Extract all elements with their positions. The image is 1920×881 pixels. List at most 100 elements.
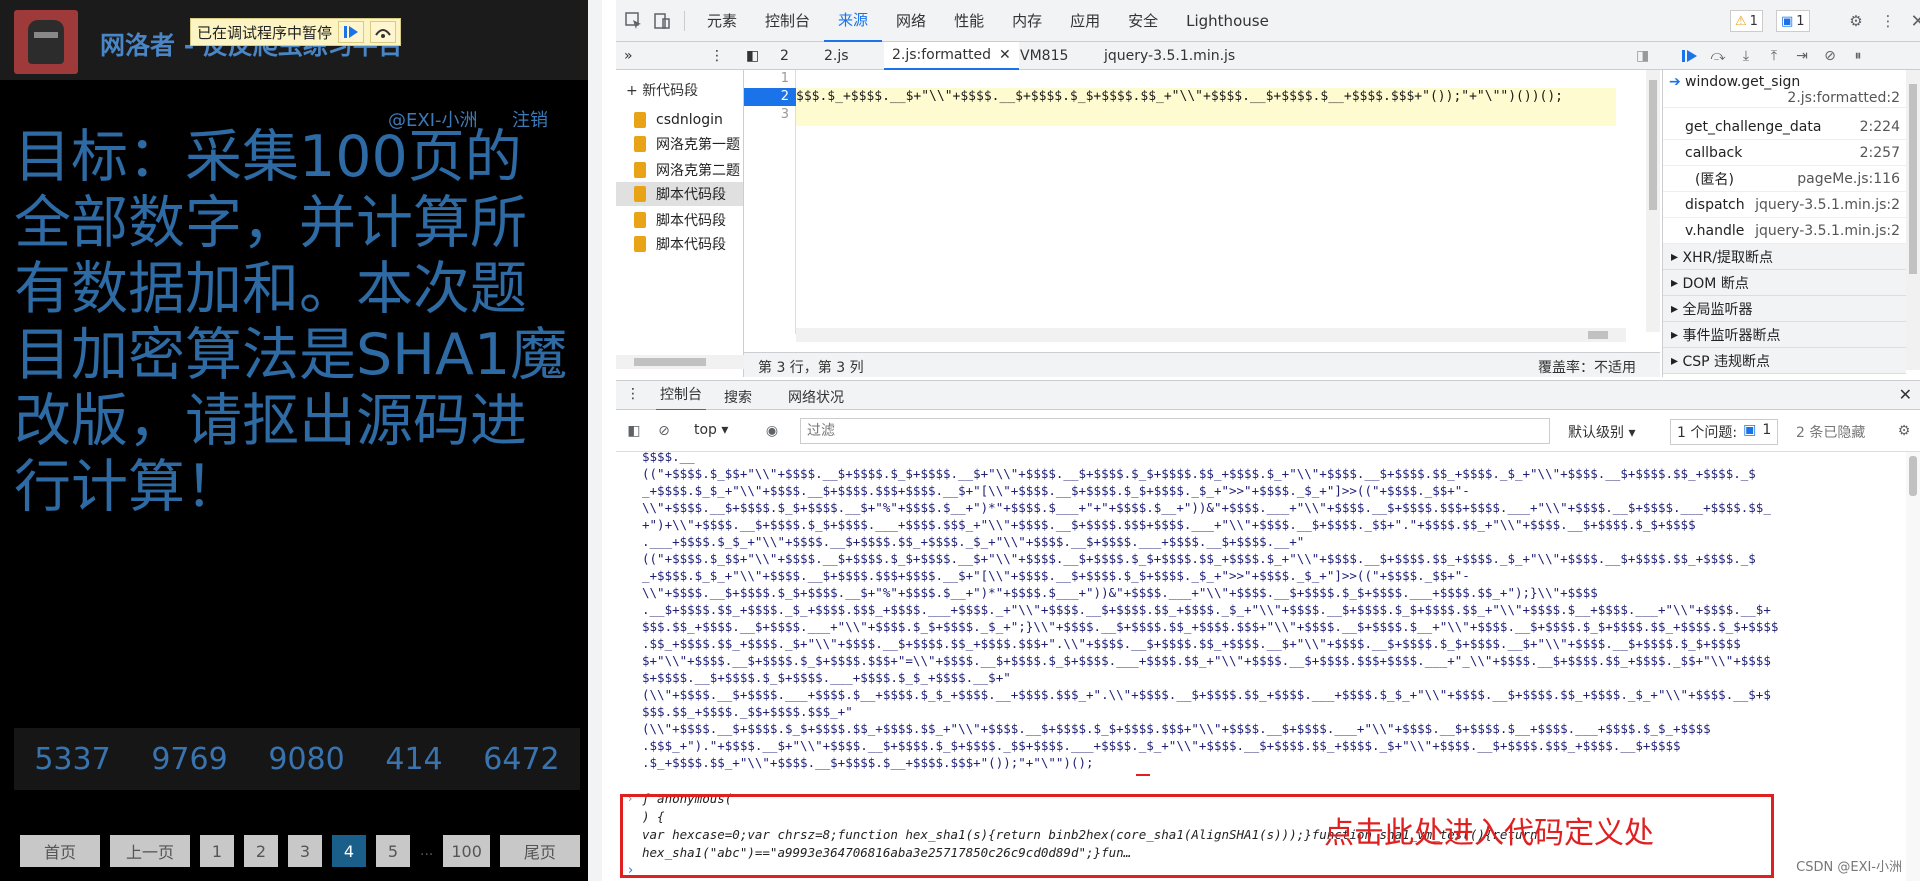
console-sidebar-icon[interactable]: ◧ xyxy=(620,417,648,445)
drawer-menu-icon[interactable]: ⋮ xyxy=(626,386,640,402)
code-line-3[interactable] xyxy=(796,106,1616,126)
page-2-button[interactable]: 2 xyxy=(244,835,278,867)
line-number[interactable]: 1 xyxy=(781,70,789,88)
resume-button[interactable] xyxy=(338,21,365,43)
issues-button[interactable]: 1 个问题: ▣ 1 xyxy=(1670,419,1779,445)
call-frame[interactable]: callback 2:257 xyxy=(1663,140,1906,166)
warnings-badge[interactable]: ⚠ 1 xyxy=(1730,10,1763,32)
section-event-listener-breakpoints[interactable]: ▸ 事件监听器断点 xyxy=(1663,322,1906,348)
tab-network[interactable]: 网络 xyxy=(882,0,940,42)
console-scrollbar[interactable] xyxy=(1906,452,1920,881)
pause-on-exceptions-icon[interactable]: ⏸ xyxy=(1844,42,1872,70)
page-prev-button[interactable]: 上一页 xyxy=(110,835,190,867)
page-5-button[interactable]: 5 xyxy=(376,835,410,867)
code-line-2[interactable]: $$$.$_+$$$$.__$+"\\"+$$$$.__$+$$$$.$_$+$… xyxy=(796,88,1616,106)
snippet-item[interactable]: 网洛克第二题 xyxy=(634,158,742,182)
code-editor[interactable]: 1 2 3 $$$.$_+$$$$.__$+"\\"+$$$$.__$+$$$$… xyxy=(744,70,1644,352)
tab-lighthouse[interactable]: Lighthouse xyxy=(1172,0,1283,42)
close-drawer-icon[interactable]: ✕ xyxy=(1899,385,1912,404)
device-toggle-icon[interactable] xyxy=(648,7,676,35)
line-number[interactable]: 3 xyxy=(781,106,789,124)
editor-vertical-scrollbar[interactable] xyxy=(1646,70,1660,332)
pagination: 首页 上一页 1 2 3 4 5 ... 100 尾页 xyxy=(20,835,580,867)
log-level-selector[interactable]: 默认级别 ▾ xyxy=(1568,422,1635,442)
page-3-button[interactable]: 3 xyxy=(288,835,322,867)
messages-badge[interactable]: ▣ 1 xyxy=(1776,10,1810,32)
line-number[interactable]: 2 xyxy=(781,88,789,106)
deactivate-breakpoints-icon[interactable]: ⊘ xyxy=(1816,42,1844,70)
context-selector[interactable]: top ▾ xyxy=(694,422,728,438)
call-frame[interactable]: v.handle jquery-3.5.1.min.js:2 xyxy=(1663,218,1906,244)
tab-elements[interactable]: 元素 xyxy=(693,0,751,42)
drawer-tab-search[interactable]: 搜索 xyxy=(724,387,752,407)
number-item: 5337 xyxy=(34,741,111,777)
file-icon xyxy=(634,212,646,228)
drawer-tab-network-conditions[interactable]: 网络状况 xyxy=(788,387,844,407)
call-frame[interactable]: get_challenge_data 2:224 xyxy=(1663,114,1906,140)
toggle-navigator-icon[interactable]: ◧ xyxy=(746,42,759,70)
console-line: $$$.$$_+$$$$._$$+$$$$.$$$_+" xyxy=(642,704,853,719)
file-tab[interactable]: jquery-3.5.1.min.js xyxy=(1104,42,1235,70)
close-devtools-icon[interactable]: ✕ xyxy=(1904,7,1920,35)
live-expression-eye-icon[interactable]: ◉ xyxy=(758,417,786,445)
section-dom-breakpoints[interactable]: ▸ DOM 断点 xyxy=(1663,270,1906,296)
tab-memory[interactable]: 内存 xyxy=(998,0,1056,42)
navigator-more-icon[interactable]: » xyxy=(624,42,633,70)
resume-icon[interactable] xyxy=(1676,42,1704,70)
page-4-button[interactable]: 4 xyxy=(332,835,366,867)
step-over-icon[interactable]: ⤼ xyxy=(1704,42,1732,70)
settings-gear-icon[interactable]: ⚙ xyxy=(1842,7,1870,35)
call-frame-name: v.handle xyxy=(1685,222,1745,239)
inspect-icon[interactable] xyxy=(620,7,648,35)
section-xhr-breakpoints[interactable]: ▸ XHR/提取断点 xyxy=(1663,244,1906,270)
page-first-button[interactable]: 首页 xyxy=(20,835,100,867)
tab-application[interactable]: 应用 xyxy=(1056,0,1114,42)
more-menu-icon[interactable]: ⋮ xyxy=(1874,7,1902,35)
page-100-button[interactable]: 100 xyxy=(443,835,490,867)
file-tab-active[interactable]: 2.js:formatted ✕ xyxy=(884,42,1019,70)
call-frame[interactable]: (匿名) pageMe.js:116 xyxy=(1663,166,1906,192)
toggle-debugger-sidebar-icon[interactable]: ◨ xyxy=(1636,42,1649,70)
snippet-label: 网洛克第一题 xyxy=(656,137,740,153)
page-last-button[interactable]: 尾页 xyxy=(499,835,580,867)
step-out-icon[interactable]: ⤒ xyxy=(1760,42,1788,70)
close-tab-icon[interactable]: ✕ xyxy=(999,47,1011,63)
current-frame-arrow-icon: ➔ xyxy=(1669,74,1681,90)
tab-console[interactable]: 控制台 xyxy=(751,0,824,42)
new-snippet-button[interactable]: + 新代码段 xyxy=(626,80,698,100)
message-count: 1 xyxy=(1796,13,1805,29)
snippet-item[interactable]: 脚本代码段 xyxy=(634,208,742,232)
drawer-tab-console[interactable]: 控制台 xyxy=(656,381,706,411)
devtools-main-toolbar: 元素 控制台 来源 网络 性能 内存 应用 安全 Lighthouse ⚠ 1 ▣… xyxy=(616,0,1920,42)
file-tab[interactable]: 2.js xyxy=(824,42,849,70)
navigator-menu-icon[interactable]: ⋮ xyxy=(710,42,724,70)
snippet-item-selected[interactable]: 脚本代码段 xyxy=(616,182,743,206)
snippet-item[interactable]: 脚本代码段 xyxy=(634,232,742,256)
section-csp-breakpoints[interactable]: ▸ CSP 违规断点 xyxy=(1663,348,1906,374)
file-tab-label: 2.js:formatted xyxy=(892,47,991,63)
sidebar-scrollbar[interactable] xyxy=(1906,70,1920,370)
console-filter-input[interactable]: 过滤 xyxy=(800,418,1550,444)
site-logo xyxy=(14,10,78,74)
editor-horizontal-scrollbar[interactable] xyxy=(796,328,1626,342)
clear-console-icon[interactable]: ⊘ xyxy=(650,417,678,445)
tab-security[interactable]: 安全 xyxy=(1114,0,1172,42)
number-item: 414 xyxy=(385,741,443,777)
call-frame-active[interactable]: ➔ window.get_sign 2.js:formatted:2 xyxy=(1663,70,1906,108)
step-over-button[interactable] xyxy=(370,21,397,43)
file-tab[interactable]: 2 xyxy=(780,42,789,70)
step-icon[interactable]: ⇥ xyxy=(1788,42,1816,70)
page-1-button[interactable]: 1 xyxy=(200,835,234,867)
call-frame[interactable]: dispatch jquery-3.5.1.min.js:2 xyxy=(1663,192,1906,218)
section-global-listeners[interactable]: ▸ 全局监听器 xyxy=(1663,296,1906,322)
step-into-icon[interactable]: ⤓ xyxy=(1732,42,1760,70)
tab-sources[interactable]: 来源 xyxy=(824,0,883,42)
tab-performance[interactable]: 性能 xyxy=(940,0,998,42)
snippet-item[interactable]: csdnlogin xyxy=(634,108,742,132)
file-tab[interactable]: VM815 xyxy=(1020,42,1068,70)
navigator-scrollbar[interactable] xyxy=(616,355,744,369)
call-frame-name: dispatch xyxy=(1685,196,1745,213)
console-settings-gear-icon[interactable]: ⚙ xyxy=(1890,417,1918,445)
number-item: 6472 xyxy=(483,741,560,777)
snippet-item[interactable]: 网洛克第一题 xyxy=(634,132,742,156)
